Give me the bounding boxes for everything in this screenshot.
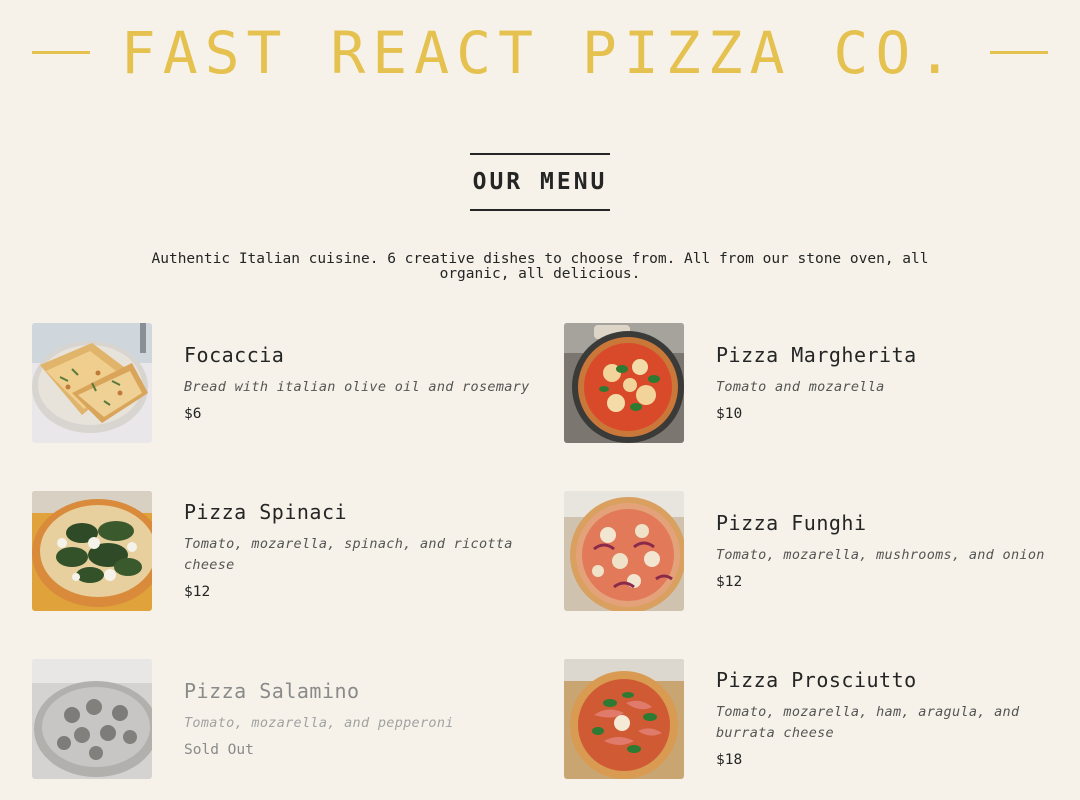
item-name: Focaccia bbox=[184, 342, 285, 367]
item-info: Pizza Spinaci Tomato, mozarella, spinach… bbox=[184, 491, 544, 611]
item-ingredients: Tomato, mozarella, spinach, and ricotta … bbox=[184, 536, 513, 573]
pizza-item-sold-out: Pizza Salamino Tomato, mozarella, and pe… bbox=[32, 659, 516, 779]
item-price: $10 bbox=[716, 405, 743, 422]
item-name: Pizza Salamino bbox=[184, 678, 360, 703]
item-price: $18 bbox=[716, 752, 743, 768]
header-rule-right bbox=[990, 51, 1048, 54]
item-info: Pizza Salamino Tomato, mozarella, and pe… bbox=[184, 659, 544, 779]
item-info: Pizza Prosciutto Tomato, mozarella, ham,… bbox=[716, 659, 1076, 779]
item-ingredients: Tomato, mozarella, and pepperoni bbox=[184, 714, 454, 731]
item-name: Pizza Funghi bbox=[716, 510, 867, 535]
pizza-item: Pizza Prosciutto Tomato, mozarella, ham,… bbox=[564, 659, 1048, 779]
pizza-item: Pizza Funghi Tomato, mozarella, mushroom… bbox=[564, 491, 1048, 611]
site-header: FAST REACT PIZZA CO. bbox=[0, 0, 1080, 110]
menu-intro: Authentic Italian cuisine. 6 creative di… bbox=[151, 251, 929, 282]
focaccia-photo bbox=[32, 323, 152, 443]
item-info: Pizza Margherita Tomato and mozarella $1… bbox=[716, 323, 1076, 443]
item-ingredients: Tomato, mozarella, ham, aragula, and bur… bbox=[716, 704, 1020, 741]
item-name: Pizza Spinaci bbox=[184, 500, 348, 524]
item-price: $12 bbox=[716, 573, 743, 590]
item-price: $6 bbox=[184, 405, 202, 422]
salamino-photo bbox=[32, 659, 152, 779]
item-info: Focaccia Bread with italian olive oil an… bbox=[184, 323, 544, 443]
item-name: Pizza Prosciutto bbox=[716, 668, 917, 692]
item-info: Pizza Funghi Tomato, mozarella, mushroom… bbox=[716, 491, 1076, 611]
prosciutto-photo bbox=[564, 659, 684, 779]
pizza-item: Focaccia Bread with italian olive oil an… bbox=[32, 323, 529, 443]
menu-heading: OUR MENU bbox=[470, 153, 610, 211]
item-ingredients: Tomato, mozarella, mushrooms, and onion bbox=[716, 546, 1045, 563]
item-name: Pizza Margherita bbox=[716, 342, 917, 367]
item-price: $12 bbox=[184, 584, 211, 600]
sold-out-label: Sold Out bbox=[184, 741, 254, 758]
pizza-item: Pizza Spinaci Tomato, mozarella, spinach… bbox=[32, 491, 516, 611]
site-title: FAST REACT PIZZA CO. bbox=[120, 19, 960, 87]
margherita-photo bbox=[564, 323, 684, 443]
item-ingredients: Bread with italian olive oil and rosemar… bbox=[184, 378, 530, 395]
pizza-item: Pizza Margherita Tomato and mozarella $1… bbox=[564, 323, 1048, 443]
funghi-photo bbox=[564, 491, 684, 611]
item-ingredients: Tomato and mozarella bbox=[716, 378, 885, 395]
spinaci-photo bbox=[32, 491, 152, 611]
